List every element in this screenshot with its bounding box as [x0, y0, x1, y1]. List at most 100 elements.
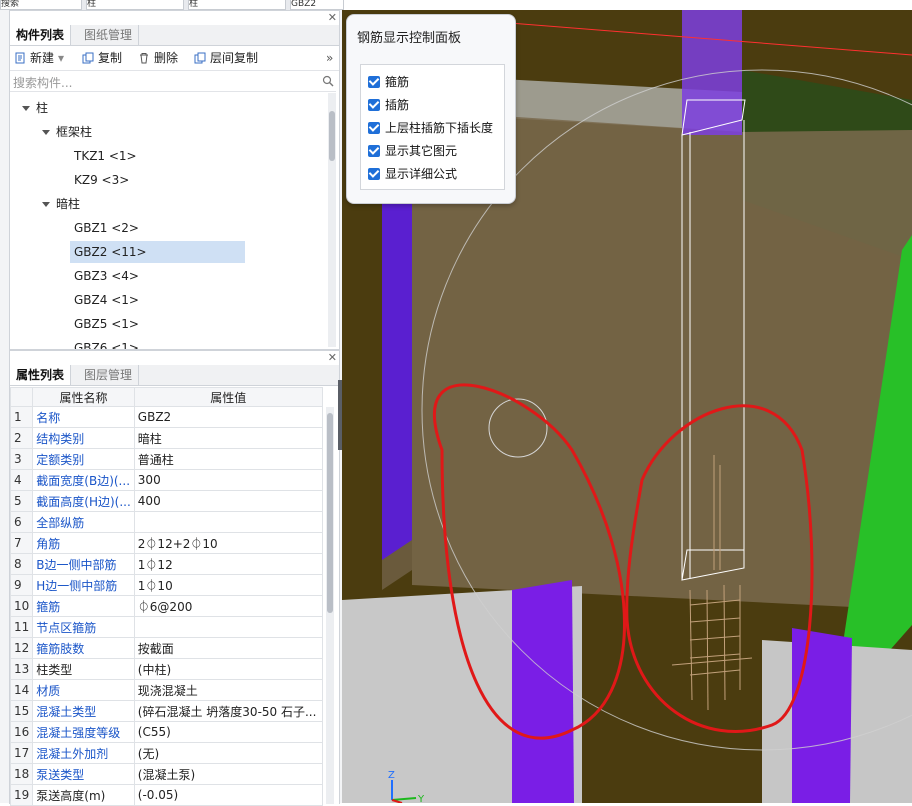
property-value[interactable]: [133, 511, 323, 533]
property-row[interactable]: 1 名称 GBZ2: [9, 406, 323, 428]
tab-layer-management[interactable]: 图层管理: [78, 365, 140, 385]
search-icon[interactable]: [322, 75, 334, 87]
property-name: 全部纵筋: [32, 511, 135, 533]
tree-item[interactable]: GBZ1 <2>: [74, 217, 139, 239]
property-row[interactable]: 6 全部纵筋: [9, 511, 323, 533]
property-row[interactable]: 15 混凝土类型 (碎石混凝土 坍落度30-50 石子...: [9, 700, 323, 722]
property-name: 角筋: [32, 532, 135, 554]
tree-node-column[interactable]: 柱: [22, 97, 48, 119]
property-value[interactable]: 1⏀12: [133, 553, 323, 575]
tree-item[interactable]: GBZ3 <4>: [74, 265, 139, 287]
property-row[interactable]: 7 角筋 2⏀12+2⏀10: [9, 532, 323, 554]
property-value[interactable]: (C55): [133, 721, 323, 743]
tree-node-label: 框架柱: [56, 125, 93, 139]
tree-item-selected[interactable]: GBZ2 <11>: [70, 241, 245, 263]
property-value[interactable]: 300: [133, 469, 323, 491]
top-search-field[interactable]: 搜索: [0, 0, 82, 10]
property-tabs: 属性列表 图层管理: [10, 365, 339, 386]
property-value[interactable]: (中柱): [133, 658, 323, 680]
delete-button[interactable]: 删除: [138, 50, 178, 66]
property-row[interactable]: 16 混凝土强度等级 (C55): [9, 721, 323, 743]
tree-scrollbar-thumb[interactable]: [329, 111, 335, 161]
tab-property-list[interactable]: 属性列表: [10, 365, 72, 385]
option-label: 显示其它图元: [385, 144, 458, 158]
tree-item[interactable]: GBZ5 <1>: [74, 313, 139, 335]
property-value[interactable]: ⏀6@200: [133, 595, 323, 617]
option-show-detailed-formula[interactable]: 显示详细公式: [368, 165, 457, 183]
property-row[interactable]: 3 定额类别 普通柱: [9, 448, 323, 470]
top-type-select[interactable]: 柱: [188, 0, 286, 10]
left-dock: ✕ 构件列表 图纸管理 新建▾ 复制 删除 层间复制 » 搜索构件... 柱: [0, 10, 342, 806]
chevron-down-icon[interactable]: [22, 106, 30, 111]
property-row[interactable]: 11 节点区箍筋: [9, 616, 323, 638]
property-scrollbar[interactable]: [326, 407, 334, 804]
tree-scrollbar[interactable]: [328, 93, 336, 347]
property-scrollbar-thumb[interactable]: [327, 413, 333, 613]
property-value[interactable]: GBZ2: [133, 406, 323, 428]
property-value[interactable]: 现浇混凝土: [133, 679, 323, 701]
property-row[interactable]: 9 H边一侧中部筋 1⏀10: [9, 574, 323, 596]
property-value[interactable]: 400: [133, 490, 323, 512]
chevron-down-icon[interactable]: [42, 130, 50, 135]
chevron-down-icon[interactable]: ▾: [58, 51, 64, 65]
new-button[interactable]: 新建 ▾: [14, 50, 64, 66]
checkbox-checked-icon[interactable]: [368, 145, 380, 157]
property-name: 泵送类型: [32, 763, 135, 785]
property-row[interactable]: 14 材质 现浇混凝土: [9, 679, 323, 701]
property-value[interactable]: (无): [133, 742, 323, 764]
search-input[interactable]: 搜索构件...: [13, 74, 72, 91]
property-name: 柱类型: [32, 658, 135, 680]
property-row[interactable]: 2 结构类别 暗柱: [9, 427, 323, 449]
copy-button[interactable]: 复制: [82, 50, 122, 66]
property-row[interactable]: 8 B边一侧中部筋 1⏀12: [9, 553, 323, 575]
property-value[interactable]: 普通柱: [133, 448, 323, 470]
top-category-select[interactable]: 柱: [86, 0, 184, 10]
property-value-header: 属性值: [133, 387, 323, 407]
option-stirrup[interactable]: 箍筋: [368, 73, 409, 91]
property-row[interactable]: 13 柱类型 (中柱): [9, 658, 323, 680]
tab-drawing-management[interactable]: 图纸管理: [78, 25, 140, 45]
property-row[interactable]: 4 截面宽度(B边)(... 300: [9, 469, 323, 491]
copy-label: 复制: [98, 51, 123, 65]
tree-item[interactable]: GBZ6 <1>: [74, 337, 139, 349]
property-value[interactable]: 按截面: [133, 637, 323, 659]
property-value[interactable]: (碎石混凝土 坍落度30-50 石子...: [133, 700, 323, 722]
checkbox-checked-icon[interactable]: [368, 76, 380, 88]
property-name: 结构类别: [32, 427, 135, 449]
close-icon[interactable]: ✕: [328, 11, 337, 24]
tree-item[interactable]: KZ9 <3>: [74, 169, 129, 191]
property-value[interactable]: [133, 616, 323, 638]
property-row[interactable]: 18 泵送类型 (混凝土泵): [9, 763, 323, 785]
property-row[interactable]: 19 泵送高度(m) (-0.05): [9, 784, 323, 806]
property-row[interactable]: 10 箍筋 ⏀6@200: [9, 595, 323, 617]
chevron-down-icon[interactable]: [42, 202, 50, 207]
property-value[interactable]: 1⏀10: [133, 574, 323, 596]
property-value[interactable]: (混凝土泵): [133, 763, 323, 785]
row-index: 3: [9, 448, 34, 470]
property-row[interactable]: 5 截面高度(H边)(... 400: [9, 490, 323, 512]
option-upper-dowel-length[interactable]: 上层柱插筋下插长度: [368, 119, 493, 137]
tree-item[interactable]: GBZ4 <1>: [74, 289, 139, 311]
property-value[interactable]: 暗柱: [133, 427, 323, 449]
floor-copy-icon: [194, 52, 206, 64]
checkbox-checked-icon[interactable]: [368, 99, 380, 111]
property-name: 泵送高度(m): [32, 784, 135, 806]
option-show-other-elements[interactable]: 显示其它图元: [368, 142, 457, 160]
property-row[interactable]: 12 箍筋肢数 按截面: [9, 637, 323, 659]
tree-item[interactable]: TKZ1 <1>: [74, 145, 137, 167]
toolbar-overflow-button[interactable]: »: [326, 50, 333, 66]
tree-node-hidden-column[interactable]: 暗柱: [42, 193, 80, 215]
property-row[interactable]: 17 混凝土外加剂 (无): [9, 742, 323, 764]
property-value[interactable]: (-0.05): [133, 784, 323, 806]
checkbox-checked-icon[interactable]: [368, 122, 380, 134]
floor-copy-button[interactable]: 层间复制: [194, 50, 258, 66]
option-dowel[interactable]: 插筋: [368, 96, 409, 114]
close-icon[interactable]: ✕: [328, 351, 337, 364]
tree-node-frame-column[interactable]: 框架柱: [42, 121, 92, 143]
tab-component-list[interactable]: 构件列表: [10, 25, 72, 45]
property-value[interactable]: 2⏀12+2⏀10: [133, 532, 323, 554]
component-search[interactable]: 搜索构件...: [10, 71, 336, 92]
checkbox-checked-icon[interactable]: [368, 168, 380, 180]
top-component-select[interactable]: GBZ2: [290, 0, 344, 10]
control-panel-title: 钢筋显示控制面板: [357, 31, 462, 46]
